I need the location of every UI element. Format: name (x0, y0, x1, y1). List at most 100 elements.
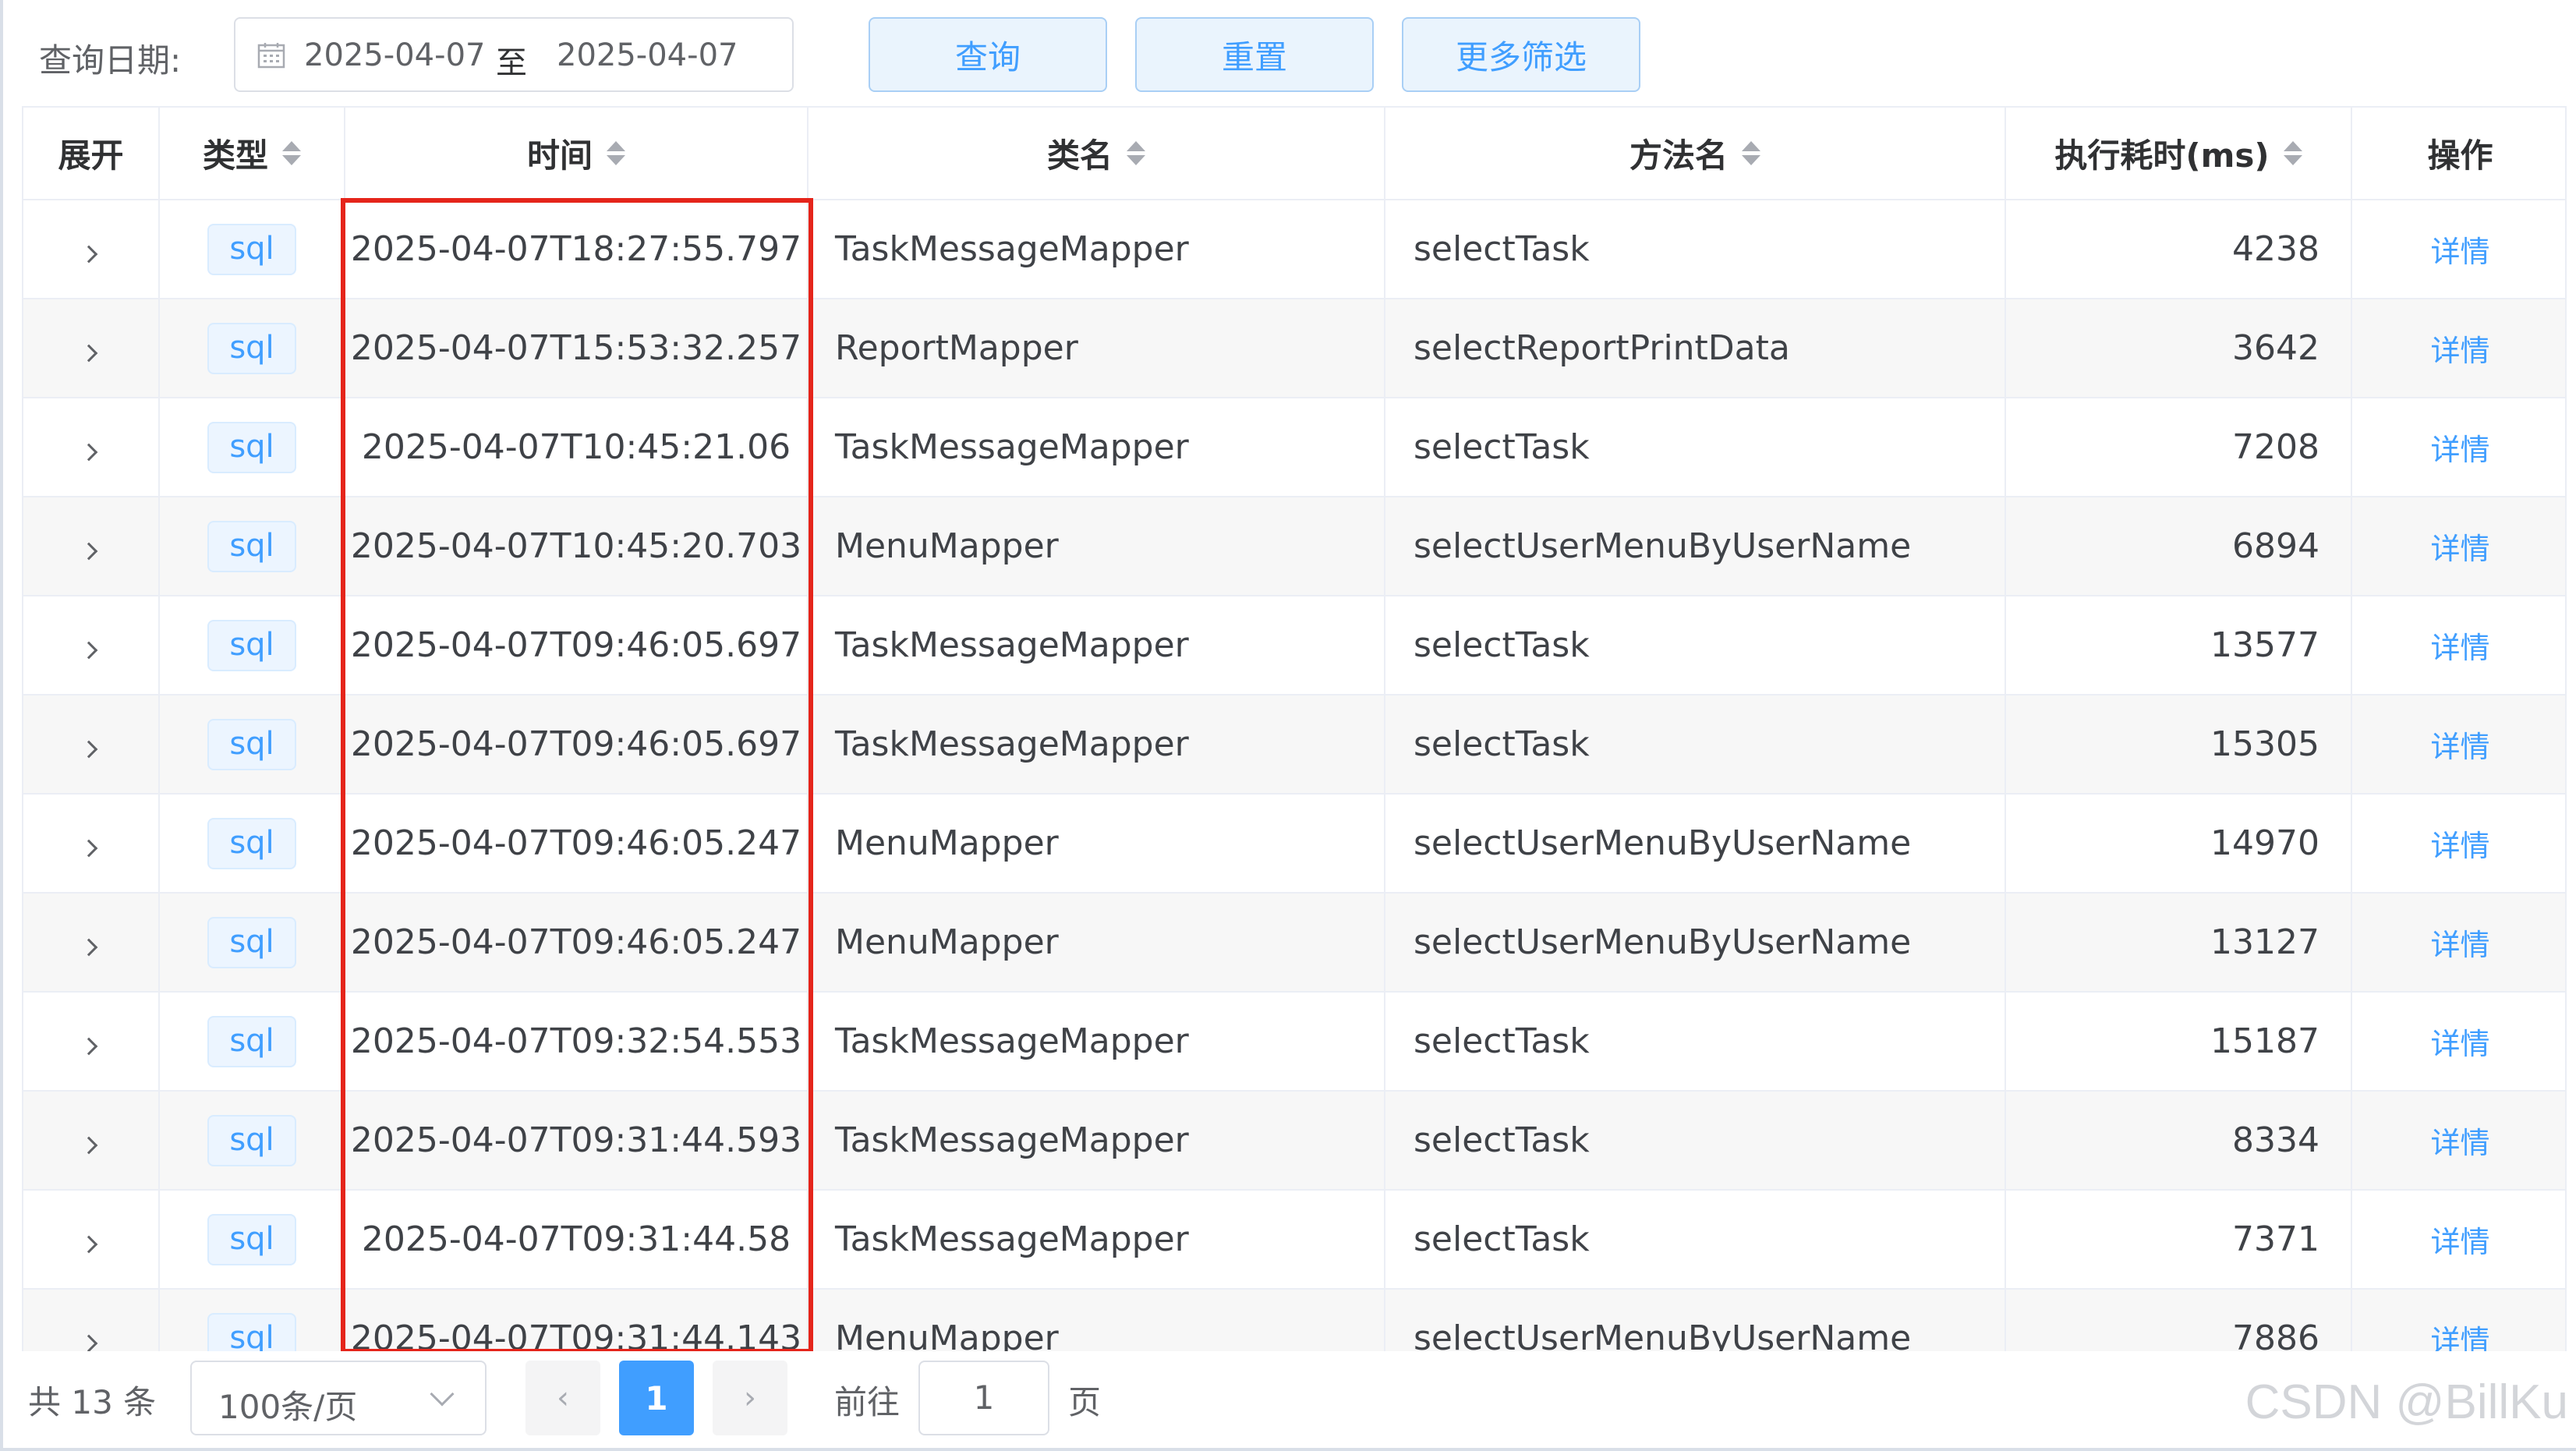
header-class-name[interactable]: 类名 (808, 108, 1385, 200)
details-link[interactable]: 详情 (2430, 631, 2489, 665)
type-cell: sql (159, 695, 345, 795)
details-link[interactable]: 详情 (2430, 334, 2489, 368)
expand-cell[interactable] (23, 893, 160, 993)
duration-cell: 7208 (2005, 398, 2352, 497)
page-size-select[interactable]: 100条/页 (190, 1361, 487, 1435)
expand-cell[interactable] (23, 1091, 160, 1191)
action-cell: 详情 (2351, 398, 2565, 497)
header-expand: 展开 (23, 108, 160, 200)
type-cell: sql (159, 596, 345, 695)
expand-cell[interactable] (23, 596, 160, 695)
filter-bar: 查询日期: 2025-04-07 至 2025-04-07 查询 重置 更多筛选 (3, 0, 2576, 106)
query-date-label: 查询日期: (39, 41, 182, 80)
goto-page-input[interactable]: 1 (918, 1361, 1049, 1435)
chevron-right-icon[interactable] (80, 1037, 97, 1056)
expand-cell[interactable] (23, 200, 160, 299)
chevron-right-icon[interactable] (80, 245, 97, 264)
chevron-right-icon[interactable] (80, 1334, 97, 1351)
method-name-cell: selectUserMenuByUserName (1385, 1289, 2006, 1351)
sort-caret-icon[interactable] (1127, 141, 1145, 165)
type-cell: sql (159, 1091, 345, 1191)
sort-caret-icon[interactable] (607, 141, 625, 165)
class-name-cell: MenuMapper (808, 794, 1385, 894)
header-method-name[interactable]: 方法名 (1385, 108, 2006, 200)
class-name-cell: MenuMapper (808, 497, 1385, 596)
header-action: 操作 (2351, 108, 2565, 200)
expand-cell[interactable] (23, 992, 160, 1092)
chevron-right-icon[interactable] (80, 344, 97, 363)
sort-caret-icon[interactable] (1742, 141, 1760, 165)
expand-cell[interactable] (23, 695, 160, 795)
expand-cell[interactable] (23, 1289, 160, 1351)
pagination: 共 13 条 100条/页 ‹ 1 › 前往 1 页 CSDN @BillKu (3, 1351, 2576, 1448)
calendar-icon (257, 43, 285, 69)
method-name-cell: selectUserMenuByUserName (1385, 893, 2006, 993)
expand-cell[interactable] (23, 794, 160, 894)
details-link[interactable]: 详情 (2430, 829, 2489, 863)
time-cell: 2025-04-07T09:32:54.553 (345, 992, 809, 1092)
reset-button[interactable]: 重置 (1135, 17, 1374, 92)
chevron-right-icon: › (744, 1380, 756, 1416)
expand-cell[interactable] (23, 299, 160, 398)
table-row: sql 2025-04-07T15:53:32.257 ReportMapper se… (23, 299, 2565, 398)
time-cell: 2025-04-07T09:46:05.697 (345, 695, 809, 795)
duration-cell: 15305 (2005, 695, 2352, 795)
chevron-right-icon[interactable] (80, 443, 97, 462)
next-page-button[interactable]: › (713, 1361, 787, 1435)
action-cell: 详情 (2351, 299, 2565, 398)
sort-caret-icon[interactable] (2283, 141, 2302, 165)
query-button[interactable]: 查询 (869, 17, 1107, 92)
duration-cell: 13127 (2005, 893, 2352, 993)
expand-cell[interactable] (23, 398, 160, 497)
prev-page-button[interactable]: ‹ (525, 1361, 600, 1435)
expand-cell[interactable] (23, 497, 160, 596)
page-number-current[interactable]: 1 (619, 1361, 694, 1435)
action-cell: 详情 (2351, 1190, 2565, 1290)
chevron-right-icon[interactable] (80, 542, 97, 561)
chevron-right-icon[interactable] (80, 641, 97, 660)
details-link[interactable]: 详情 (2430, 532, 2489, 566)
end-date-input[interactable]: 2025-04-07 (557, 37, 738, 73)
details-link[interactable]: 详情 (2430, 235, 2489, 269)
details-link[interactable]: 详情 (2430, 928, 2489, 962)
header-duration[interactable]: 执行耗时(ms) (2005, 108, 2352, 200)
time-cell: 2025-04-07T18:27:55.797 (345, 200, 809, 299)
sort-caret-icon[interactable] (282, 141, 301, 165)
class-name-cell: TaskMessageMapper (808, 200, 1385, 299)
details-link[interactable]: 详情 (2430, 433, 2489, 467)
details-link[interactable]: 详情 (2430, 1225, 2489, 1259)
chevron-right-icon[interactable] (80, 839, 97, 858)
details-link[interactable]: 详情 (2430, 1324, 2489, 1351)
details-link[interactable]: 详情 (2430, 1027, 2489, 1061)
expand-cell[interactable] (23, 1190, 160, 1290)
method-name-cell: selectUserMenuByUserName (1385, 497, 2006, 596)
page-unit-label: 页 (1068, 1383, 1102, 1421)
time-cell: 2025-04-07T09:46:05.247 (345, 893, 809, 993)
start-date-input[interactable]: 2025-04-07 (304, 37, 485, 73)
chevron-right-icon[interactable] (80, 938, 97, 957)
method-name-cell: selectTask (1385, 1190, 2006, 1290)
chevron-right-icon[interactable] (80, 1235, 97, 1254)
details-link[interactable]: 详情 (2430, 730, 2489, 764)
type-cell: sql (159, 893, 345, 993)
duration-cell: 7886 (2005, 1289, 2352, 1351)
goto-label: 前往 (834, 1383, 901, 1421)
duration-cell: 13577 (2005, 596, 2352, 695)
time-cell: 2025-04-07T15:53:32.257 (345, 299, 809, 398)
duration-cell: 7371 (2005, 1190, 2352, 1290)
page-size-value: 100条/页 (218, 1388, 358, 1426)
chevron-right-icon[interactable] (80, 740, 97, 759)
header-time[interactable]: 时间 (345, 108, 809, 200)
type-tag: sql (207, 619, 296, 671)
chevron-left-icon: ‹ (557, 1380, 569, 1416)
chevron-down-icon (430, 1382, 455, 1407)
header-type[interactable]: 类型 (159, 108, 345, 200)
method-name-cell: selectUserMenuByUserName (1385, 794, 2006, 894)
date-range-separator: 至 (496, 45, 527, 81)
date-range-picker[interactable]: 2025-04-07 至 2025-04-07 (234, 17, 794, 92)
table-row: sql 2025-04-07T09:46:05.247 MenuMapper sele… (23, 794, 2565, 894)
type-cell: sql (159, 794, 345, 894)
details-link[interactable]: 详情 (2430, 1126, 2489, 1160)
more-filters-button[interactable]: 更多筛选 (1402, 17, 1640, 92)
chevron-right-icon[interactable] (80, 1136, 97, 1155)
